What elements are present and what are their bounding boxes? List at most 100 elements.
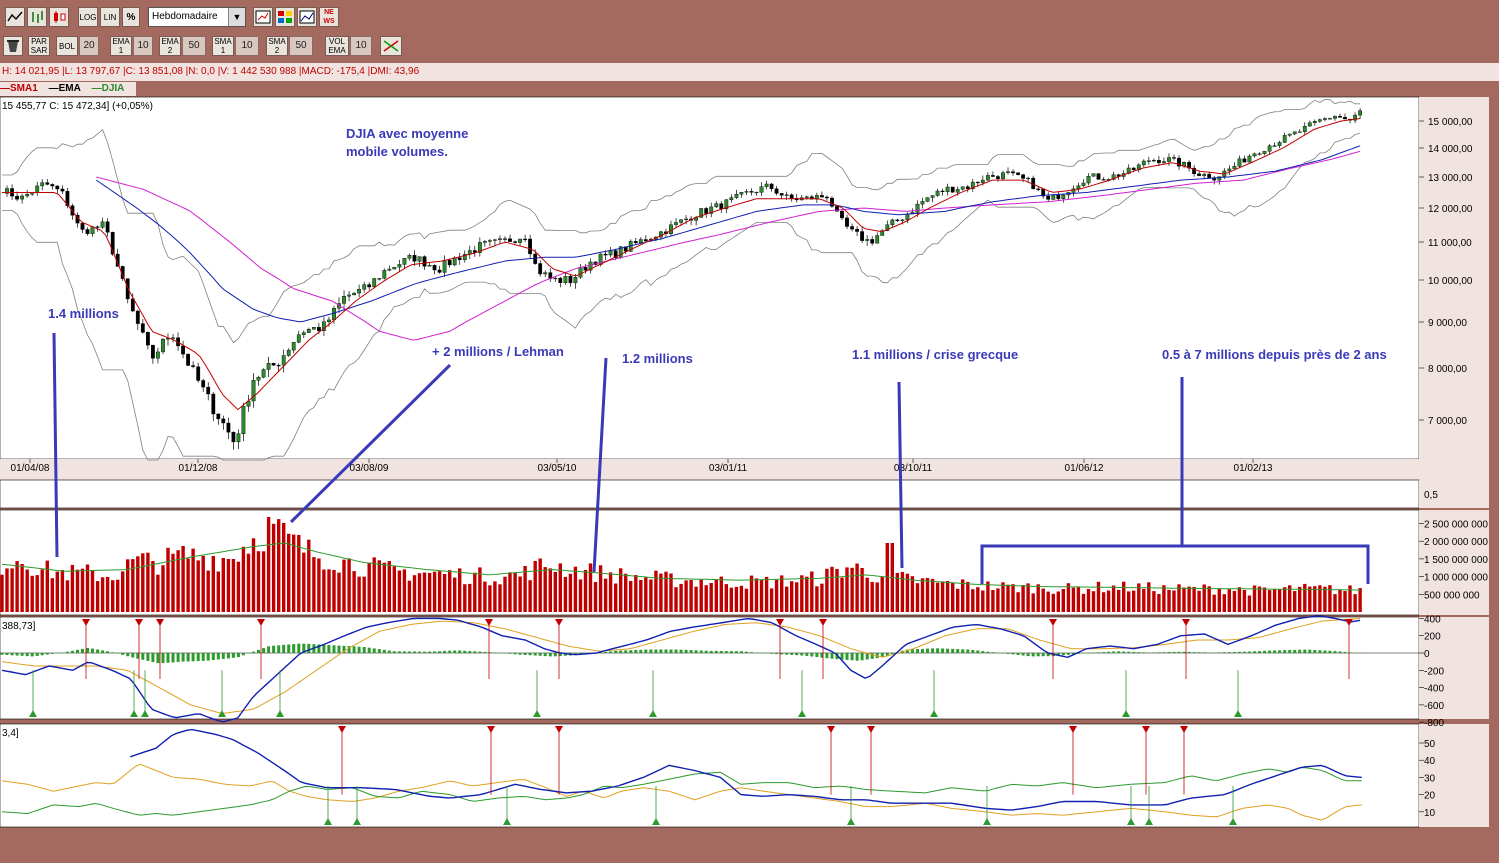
bar-chart-icon[interactable]: [27, 7, 47, 27]
sma1-period[interactable]: 10: [235, 36, 259, 56]
candle-down: [513, 241, 518, 243]
volume-bar: [156, 574, 160, 612]
candle-down: [150, 344, 155, 359]
candle-up: [1161, 161, 1166, 164]
ema1-period[interactable]: 10: [133, 36, 153, 56]
annotation-1-4-millions: 1.4 millions: [48, 306, 119, 321]
news-button[interactable]: NE WS: [319, 7, 339, 27]
volume-bar: [427, 573, 432, 612]
volume-bar: [1272, 588, 1277, 612]
color-palette-icon[interactable]: [275, 7, 295, 27]
volume-tick-label: 1 000 000 000: [1424, 573, 1488, 584]
sma1-button[interactable]: SMA 1: [212, 36, 234, 56]
zoom-icon[interactable]: [253, 7, 273, 27]
macd-histogram-bar: [40, 653, 44, 656]
macd-histogram-bar: [382, 649, 386, 653]
volume-bar: [201, 555, 205, 612]
volume-bar: [116, 579, 120, 612]
macd-histogram-bar: [956, 649, 960, 653]
chart-area[interactable]: 15 000,00 14 000,00 13 000,00 12 000,00 11 0…: [0, 96, 1499, 836]
macd-histogram-bar: [1036, 653, 1040, 657]
sma2-button[interactable]: SMA 2: [266, 36, 288, 56]
volume-bar: [412, 575, 417, 612]
volume-bar: [598, 565, 603, 612]
bollinger-period[interactable]: 20: [79, 36, 99, 56]
compare-chart-icon[interactable]: [297, 7, 317, 27]
candle-down: [895, 219, 900, 221]
macd-histogram-bar: [704, 650, 708, 653]
macd-histogram-bar: [241, 653, 245, 656]
percent-scale-button[interactable]: %: [122, 7, 140, 27]
macd-histogram-bar: [624, 650, 628, 653]
macd-histogram-bar: [1147, 652, 1151, 653]
ema2-button[interactable]: EMA 2: [159, 36, 181, 56]
parabolic-sar-button[interactable]: PAR SAR: [28, 36, 50, 56]
volume-bar: [1353, 594, 1357, 612]
volume-bar: [211, 556, 215, 612]
sma2-period[interactable]: 50: [289, 36, 313, 56]
linear-scale-button[interactable]: LIN: [100, 7, 120, 27]
macd-histogram-bar: [372, 648, 376, 653]
macd-histogram-bar: [70, 650, 74, 653]
macd-histogram-bar: [297, 643, 301, 653]
chevron-down-icon[interactable]: ▼: [228, 8, 245, 26]
oscillator-tick-label: 0,5: [1424, 490, 1438, 501]
candle-up: [734, 193, 739, 198]
volume-tick-label: 1 500 000 000: [1424, 555, 1488, 566]
volume-bar: [981, 590, 985, 612]
date-tick-label: 01/04/08: [11, 463, 50, 474]
volume-ema-button[interactable]: VOL EMA: [325, 36, 349, 56]
volume-bar: [528, 580, 532, 612]
candlestick-icon[interactable]: [49, 7, 69, 27]
volume-bar: [774, 579, 779, 612]
macd-histogram-bar: [357, 646, 361, 653]
volume-bar: [437, 571, 442, 612]
crossover-signal-icon[interactable]: [380, 36, 402, 56]
candle-up: [1237, 158, 1242, 167]
candle-up: [759, 186, 764, 193]
volume-bar: [503, 576, 507, 612]
volume-bar: [1117, 589, 1121, 612]
volume-bar: [734, 586, 739, 612]
candle-up: [483, 241, 487, 243]
candle-down: [1212, 178, 1217, 181]
macd-histogram-bar: [1127, 651, 1131, 653]
macd-histogram-bar: [689, 650, 693, 653]
candle-down: [432, 265, 437, 271]
candle-up: [1091, 173, 1096, 177]
volume-bar: [991, 590, 995, 612]
candle-up: [1227, 168, 1232, 172]
macd-histogram-bar: [1253, 651, 1256, 653]
macd-histogram-bar: [850, 653, 854, 661]
volume-bar: [498, 584, 502, 612]
volume-bar: [282, 522, 286, 612]
bollinger-button[interactable]: BOL: [56, 36, 78, 56]
ema1-button[interactable]: EMA 1: [110, 36, 132, 56]
trash-icon[interactable]: [3, 36, 23, 56]
volume-bar: [649, 579, 653, 612]
volume-bar: [1227, 589, 1231, 612]
macd-histogram-bar: [1338, 651, 1342, 653]
date-tick-label: 03/08/09: [350, 463, 389, 474]
candle-up: [20, 195, 24, 200]
line-chart-icon[interactable]: [5, 7, 25, 27]
candle-down: [840, 210, 844, 219]
macd-histogram-bar: [916, 649, 919, 653]
log-scale-button[interactable]: LOG: [78, 7, 98, 27]
macd-histogram-bar: [402, 651, 406, 653]
volume-bar: [1016, 592, 1020, 612]
candle-down: [226, 422, 231, 433]
volume-bar: [367, 562, 371, 612]
volume-bar: [1091, 591, 1096, 612]
period-select[interactable]: Hebdomadaire ▼: [148, 7, 246, 27]
volume-ema-period[interactable]: 10: [350, 36, 372, 56]
candle-up: [1267, 145, 1272, 152]
volume-bar: [538, 558, 542, 612]
candle-down: [457, 257, 462, 260]
candle-up: [1026, 177, 1031, 180]
candle-up: [1061, 194, 1066, 199]
macd-histogram-bar: [1011, 653, 1015, 655]
candle-down: [965, 186, 970, 189]
volume-bar: [639, 579, 643, 612]
ema2-period[interactable]: 50: [182, 36, 206, 56]
